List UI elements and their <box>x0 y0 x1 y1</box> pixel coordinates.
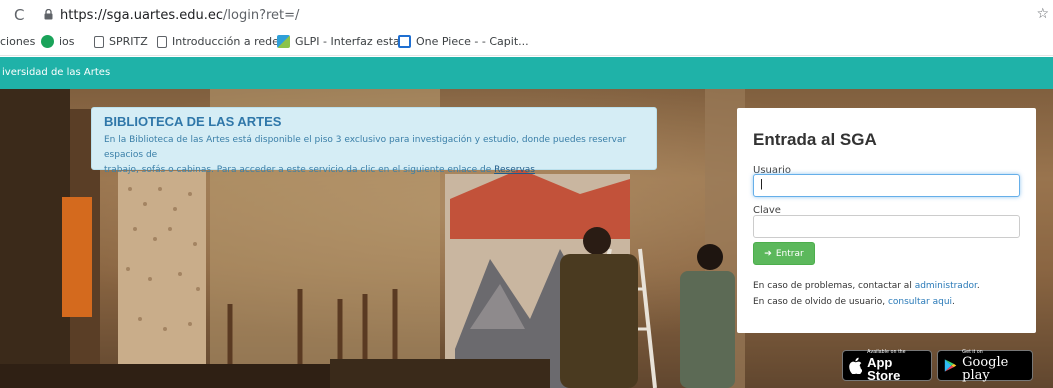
help-problems-text: En caso de problemas, contactar al <box>753 281 915 291</box>
url-host: https://sga.uartes.edu.ec <box>60 8 224 23</box>
login-title: Entrada al SGA <box>753 130 877 149</box>
help-forgot-end: . <box>952 297 955 307</box>
apple-icon <box>849 357 863 374</box>
doc-icon <box>94 35 104 48</box>
bookmark-item[interactable]: Introducción a redes <box>157 35 285 48</box>
help-forgot-text: En caso de olvido de usuario, <box>753 297 888 307</box>
login-submit-button[interactable]: ➔ Entrar <box>753 242 815 265</box>
bookmark-item[interactable]: GLPI - Interfaz esta... <box>277 35 410 48</box>
password-input[interactable] <box>753 215 1020 238</box>
onepiece-icon <box>398 35 411 48</box>
submit-label: Entrar <box>775 248 804 259</box>
info-text: En la Biblioteca de las Artes está dispo… <box>104 133 644 178</box>
url-path: /login?ret=/ <box>223 8 300 23</box>
app-store-text: Available on the App Store <box>867 349 925 382</box>
help-problems: En caso de problemas, contactar al admin… <box>753 281 980 291</box>
lock-icon[interactable] <box>44 9 53 20</box>
green-circle-icon <box>41 35 54 48</box>
info-title: BIBLIOTECA DE LAS ARTES <box>104 114 282 129</box>
bookmark-label: Introducción a redes <box>172 35 285 48</box>
bookmark-item[interactable]: ios <box>41 35 75 48</box>
google-play-big: Google play <box>962 355 1009 383</box>
app-store-badge[interactable]: Available on the App Store <box>842 349 932 382</box>
bookmark-label: GLPI - Interfaz esta... <box>295 35 411 48</box>
library-info-box: BIBLIOTECA DE LAS ARTES En la Biblioteca… <box>91 107 657 175</box>
google-play-icon <box>944 359 957 372</box>
username-input[interactable]: | <box>753 174 1020 197</box>
administrator-link[interactable]: administrador <box>915 281 977 291</box>
consult-here-link[interactable]: consultar aqui <box>888 297 952 307</box>
info-line-2: trabajo, sofás o cabinas. Para acceder a… <box>104 165 495 175</box>
help-problems-end: . <box>976 281 980 291</box>
app-store-big: App Store <box>867 355 901 383</box>
bookmarks-bar: ciones ios SPRITZ Introducción a redes G… <box>0 30 1053 56</box>
site-header: iversidad de las Artes <box>0 57 1053 89</box>
bookmark-label: ios <box>59 35 75 48</box>
bookmark-label: One Piece - - Capit... <box>416 35 529 48</box>
google-play-text: Get it on Google play <box>962 349 1026 382</box>
bookmark-label: ciones <box>0 35 36 48</box>
doc-icon <box>157 35 167 48</box>
login-panel: Entrada al SGA Usuario | Clave ➔ Entrar … <box>737 108 1036 333</box>
bookmark-item[interactable]: One Piece - - Capit... <box>398 35 529 48</box>
glpi-icon <box>277 35 290 48</box>
info-line-1: En la Biblioteca de las Artes está dispo… <box>104 135 627 160</box>
reload-icon[interactable]: C <box>14 6 24 24</box>
google-play-badge[interactable]: Get it on Google play <box>937 349 1033 382</box>
address-input[interactable]: https://sga.uartes.edu.ec/login?ret=/ <box>60 8 299 23</box>
bookmark-item[interactable]: SPRITZ <box>94 35 148 48</box>
help-forgot-user: En caso de olvido de usuario, consultar … <box>753 297 955 307</box>
arrow-right-icon: ➔ <box>764 248 772 259</box>
bookmark-item[interactable]: ciones <box>0 35 35 48</box>
browser-url-bar: C https://sga.uartes.edu.ec/login?ret=/ … <box>0 0 1053 30</box>
bookmark-star-icon[interactable]: ☆ <box>1036 6 1049 22</box>
site-title: iversidad de las Artes <box>2 67 111 78</box>
bookmark-label: SPRITZ <box>109 35 148 48</box>
reservas-link[interactable]: Reservas <box>494 165 535 175</box>
